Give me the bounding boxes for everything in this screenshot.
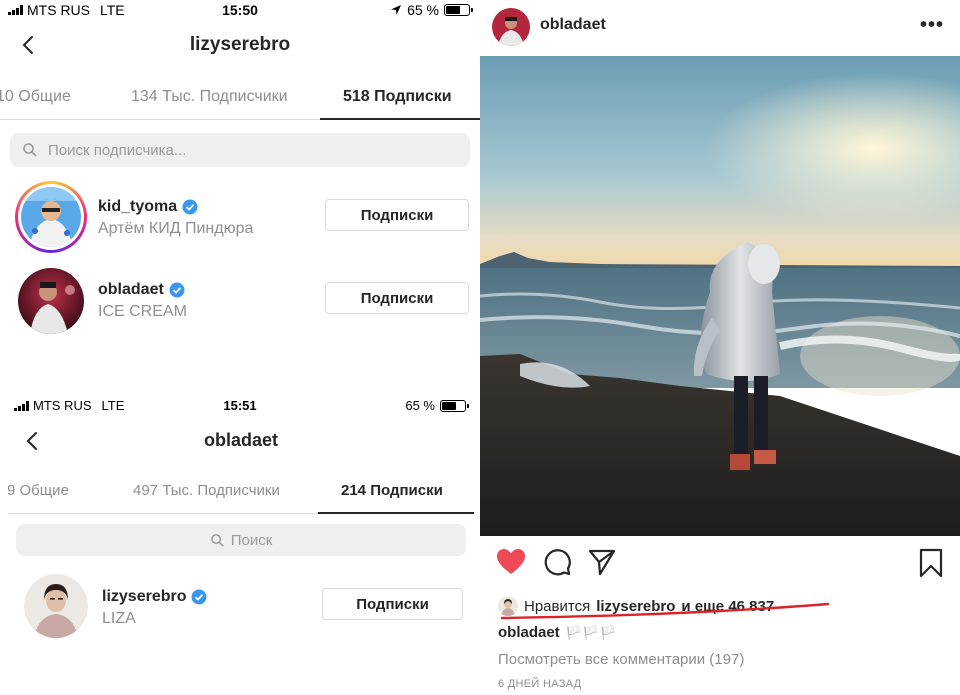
search-icon [23,143,37,157]
avatar[interactable] [492,8,530,46]
avatar[interactable] [18,268,84,334]
red-underline-annotation [500,602,830,620]
status-time: 15:51 [223,398,257,413]
tab-bar: 10 Общие 134 Тыс. Подписчики 518 Подписк… [0,80,480,120]
post-actions [480,544,960,584]
username[interactable]: lizyserebro [102,588,186,606]
caption-text: 🏳️🏳️🏳️ [565,624,618,640]
tab-followers[interactable]: 497 Тыс. Подписчики [133,482,280,499]
verified-badge-icon [182,199,198,215]
nav-bar: obladaet [8,422,474,462]
battery-icon [440,399,469,412]
tab-following[interactable]: 518 Подписки [343,88,452,106]
tab-mutual[interactable]: 9 Общие [8,482,69,499]
avatar[interactable] [24,574,88,638]
tab-following[interactable]: 214 Подписки [341,482,443,499]
battery-percent: 65 % [407,2,439,18]
nav-bar: lizyserebro [0,26,480,66]
avatar [21,187,81,247]
following-button[interactable]: Подписки [325,199,469,231]
following-list-lizyserebro: MTS RUS LTE 15:50 65 % lizyserebro 10 Об… [0,0,480,390]
view-all-comments-link[interactable]: Посмотреть все комментарии (197) [498,651,744,668]
tab-mutual[interactable]: 10 Общие [0,88,71,106]
search-input[interactable]: Поиск [16,524,466,556]
active-tab-indicator [320,118,480,120]
status-bar: MTS RUS LTE 15:51 65 % [8,396,474,416]
battery-percent: 65 % [405,398,435,413]
post-username[interactable]: obladaet [540,16,606,34]
full-name: ICE CREAM [98,303,187,320]
heart-filled-icon[interactable] [496,548,526,576]
page-title: obladaet [203,430,278,450]
more-options-icon[interactable]: ••• [920,14,944,37]
battery-icon [444,4,473,16]
post-header: obladaet ••• [480,0,960,56]
search-input[interactable]: Поиск подписчика... [10,133,470,167]
full-name: Артём КИД Пиндюра [98,220,254,237]
search-icon [210,533,224,547]
tab-followers[interactable]: 134 Тыс. Подписчики [131,88,288,106]
share-icon[interactable] [588,548,616,576]
list-item[interactable]: lizyserebro LIZA Подписки [8,568,474,648]
page-title: lizyserebro [189,34,291,55]
bookmark-icon[interactable] [918,548,944,578]
caption: obladaet 🏳️🏳️🏳️ [498,624,617,641]
avatar-story-ring[interactable] [15,181,87,253]
username[interactable]: obladaet [98,281,164,299]
search-placeholder: Поиск [230,531,273,549]
full-name: LIZA [102,610,136,627]
list-item[interactable]: obladaet ICE CREAM Подписки [0,262,480,342]
verified-badge-icon [191,589,207,605]
caption-username[interactable]: obladaet [498,624,560,641]
post-photo[interactable] [480,56,960,536]
tab-bar: 9 Общие 497 Тыс. Подписчики 214 Подписки [8,474,474,514]
search-placeholder: Поиск подписчика... [48,141,187,159]
username[interactable]: kid_tyoma [98,198,177,216]
instagram-post: obladaet ••• Нравится lizyserebro и еще … [480,0,960,695]
status-bar: MTS RUS LTE 15:50 65 % [0,0,480,20]
post-date: 6 ДНЕЙ НАЗАД [498,678,582,690]
verified-badge-icon [169,282,185,298]
location-arrow-icon [391,5,402,15]
following-button[interactable]: Подписки [322,588,463,620]
comment-icon[interactable] [543,548,571,576]
following-list-obladaet: MTS RUS LTE 15:51 65 % obladaet 9 Общие … [8,392,474,692]
active-tab-indicator [318,512,474,514]
list-item[interactable]: kid_tyoma Артём КИД Пиндюра Подписки [0,178,480,258]
following-button[interactable]: Подписки [325,282,469,314]
